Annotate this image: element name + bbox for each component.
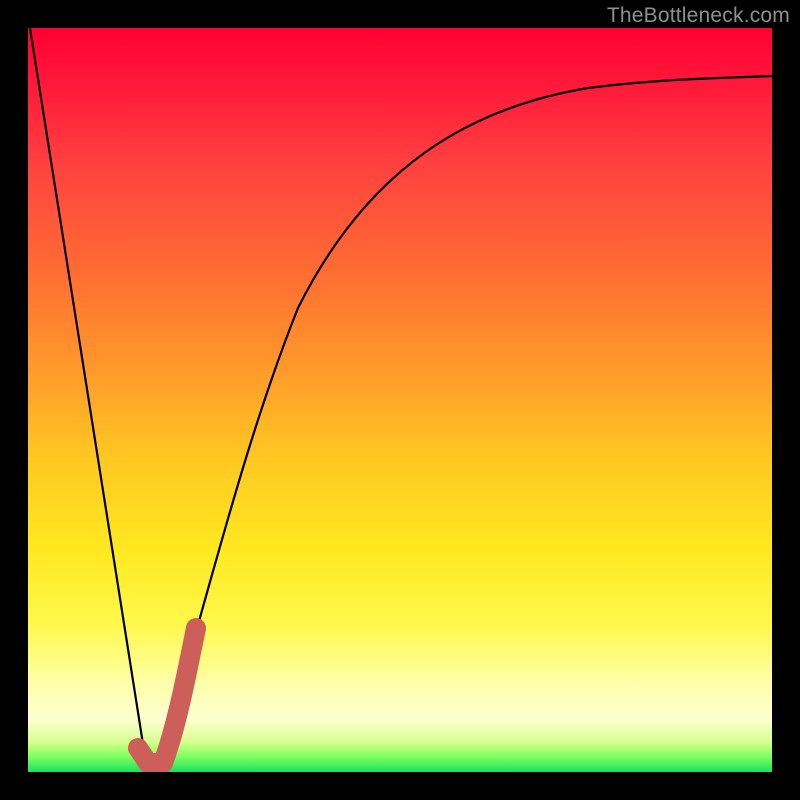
plot-area <box>28 28 772 772</box>
bottleneck-curve <box>30 28 772 768</box>
watermark-text: TheBottleneck.com <box>607 4 790 28</box>
chart-frame: TheBottleneck.com <box>0 0 800 800</box>
highlight-near-minimum <box>138 628 196 763</box>
curve-layer <box>28 28 772 772</box>
